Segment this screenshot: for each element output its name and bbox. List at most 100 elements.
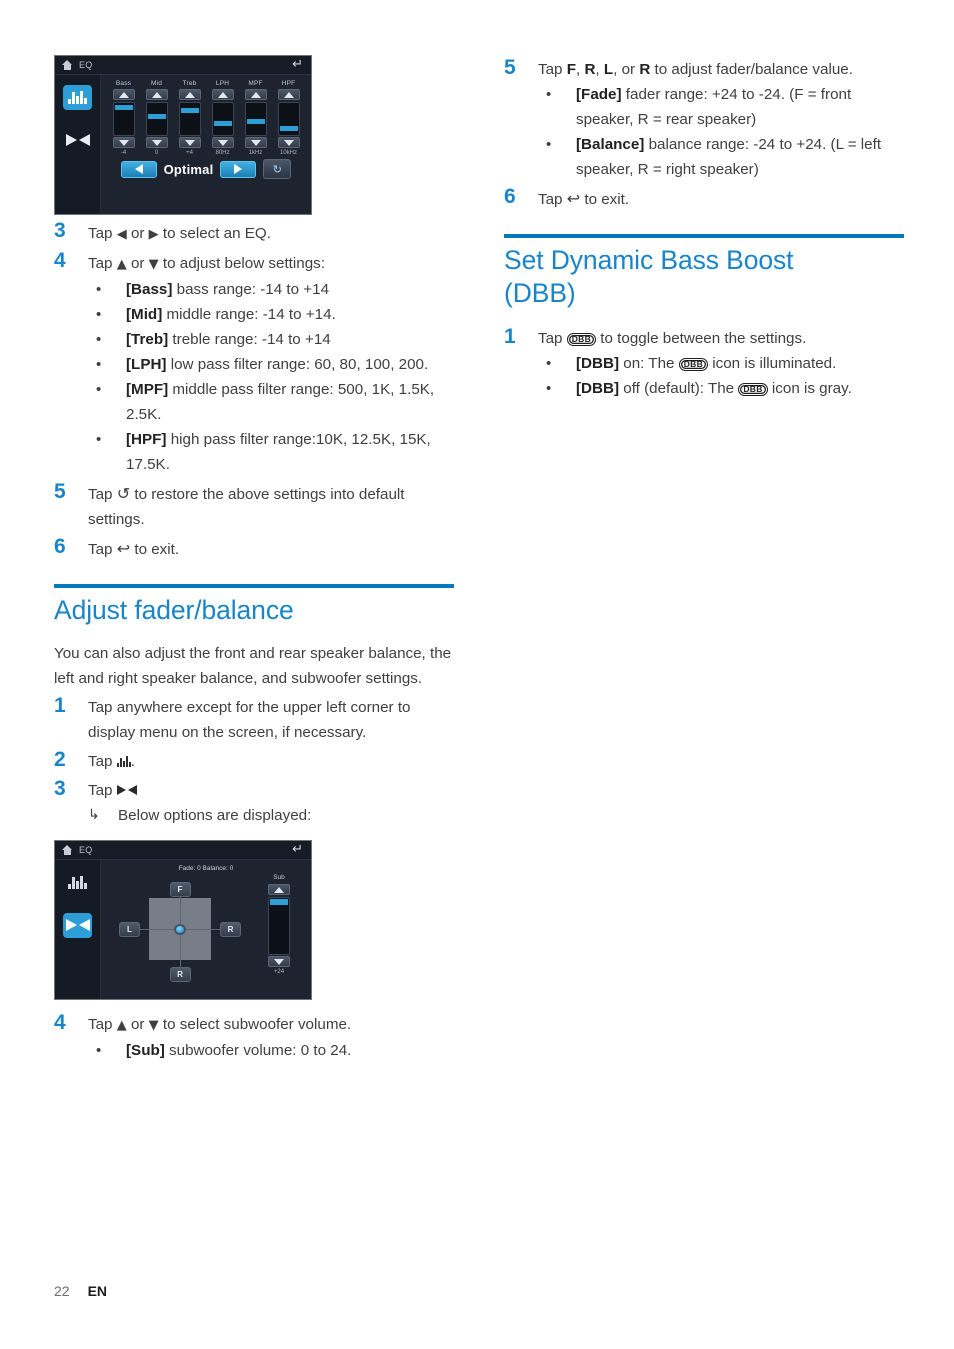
dbb-icon: DBB (738, 383, 768, 396)
eq-channel-lph: LPH 80Hz (208, 80, 238, 156)
back-arrow-icon: ↵ (292, 842, 303, 857)
eq-channel-label: Mid (150, 80, 163, 87)
step-text-before: Tap (88, 541, 117, 558)
home-icon (62, 60, 73, 70)
rail-item-equalizer[interactable] (63, 870, 92, 895)
down-arrow-icon: ▼ (148, 257, 159, 272)
pad-button-front[interactable]: F (169, 882, 191, 897)
step-text: Tap (88, 778, 454, 803)
step-number: 4 (54, 1011, 66, 1034)
section-heading-adjust-fader-balance: Adjust fader/balance (54, 595, 294, 625)
eq-track[interactable] (145, 101, 168, 136)
eq-track-fill (279, 126, 298, 132)
step-6: 6 Tap ↩ to exit. (54, 534, 454, 562)
rail-item-fader[interactable] (63, 128, 92, 153)
fader-balance-pad[interactable]: F R L R (107, 872, 253, 990)
eq-up-button[interactable] (112, 89, 135, 100)
step-content: Tap ↳ Below options are displayed: (88, 776, 454, 828)
bullet-dot: • (96, 331, 102, 348)
subwoofer-track[interactable] (268, 896, 290, 955)
eq-down-button[interactable] (112, 137, 135, 148)
bullet-desc-b: icon is gray. (767, 380, 852, 397)
fader-step-1: 1 Tap anywhere except for the upper left… (54, 693, 454, 745)
list-item: • [HPF] high pass filter range:10K, 12.5K… (88, 427, 454, 477)
step-content: Tap ▲ or ▼ to select subwoofer volume. •… (88, 1010, 454, 1063)
subwoofer-up-button[interactable] (268, 884, 290, 895)
subwoofer-track-fill (270, 898, 288, 905)
eq-up-button[interactable] (178, 89, 201, 100)
rail-item-fader[interactable] (63, 913, 92, 938)
step-text-mid: or (126, 255, 149, 272)
eq-channel-label: LPH (215, 80, 230, 87)
bullet-desc: bass range: -14 to +14 (172, 281, 330, 298)
pad-button-left[interactable]: L (119, 922, 140, 937)
eq-down-button[interactable] (244, 137, 267, 148)
sep: , or (613, 61, 640, 78)
key-f: F (566, 61, 576, 78)
equalizer-bars-icon (68, 876, 87, 889)
step-text: Tap ▲ or ▼ to select subwoofer volume. (88, 1012, 454, 1038)
bullet-dot: • (546, 136, 552, 153)
step-text-after: . (130, 753, 135, 770)
reset-icon[interactable]: ↻ (263, 159, 292, 179)
eq-down-button[interactable] (145, 137, 168, 148)
eq-channel-value: +4 (186, 150, 193, 156)
bullet-dot: • (96, 281, 102, 298)
rail-item-equalizer[interactable] (63, 85, 92, 110)
eq-track[interactable] (112, 101, 135, 136)
step-4: 4 Tap ▲ or ▼ to adjust below settings: •… (54, 249, 454, 477)
step-number: 5 (54, 480, 66, 503)
step-text: Tap ↺ to restore the above settings into… (88, 479, 454, 532)
eq-up-button[interactable] (277, 89, 300, 100)
key-l: L (603, 61, 614, 78)
page-footer: 22 EN (54, 1283, 107, 1299)
step-text-before: Tap (538, 330, 567, 347)
eq-track[interactable] (178, 101, 201, 136)
eq-up-button[interactable] (211, 89, 234, 100)
equalizer-bars-icon (68, 91, 87, 104)
bullet-dot: • (546, 355, 552, 372)
eq-track-fill (147, 113, 166, 119)
list-item: • [MPF] middle pass filter range: 500, 1K… (88, 377, 454, 427)
list-item: • [Sub] subwoofer volume: 0 to 24. (88, 1038, 454, 1063)
pad-button-rear[interactable]: R (169, 967, 191, 982)
bullet-term: [Treb] (126, 331, 169, 348)
eq-track[interactable] (277, 101, 300, 136)
bullet-dot: • (96, 381, 102, 398)
eq-up-button[interactable] (244, 89, 267, 100)
step-text-after: to exit. (130, 541, 180, 558)
bullet-dot: • (96, 1042, 102, 1059)
bullet-text: [HPF] high pass filter range:10K, 12.5K,… (126, 427, 454, 477)
previous-preset-icon[interactable] (120, 160, 157, 178)
eq-up-button[interactable] (145, 89, 168, 100)
page-number: 22 (54, 1283, 70, 1299)
bullet-desc: subwoofer volume: 0 to 24. (164, 1042, 352, 1059)
eq-down-button[interactable] (178, 137, 201, 148)
subwoofer-down-button[interactable] (268, 956, 290, 967)
step-text-after: to exit. (580, 191, 630, 208)
bullet-text: [MPF] middle pass filter range: 500, 1K,… (126, 377, 454, 427)
eq-channel-label: MPF (248, 80, 263, 87)
list-item: • [DBB] off (default): The DBB icon is gr… (538, 376, 904, 401)
right-step-5-bullet-list: • [Fade] fader range: +24 to -24. (F = fr… (538, 82, 904, 182)
pad-button-right[interactable]: R (220, 922, 241, 937)
step-content: Tap ▲ or ▼ to adjust below settings: • [B… (88, 249, 454, 477)
step-number: 6 (54, 535, 66, 558)
eq-down-button[interactable] (211, 137, 234, 148)
next-preset-icon[interactable] (220, 160, 257, 178)
step-text-after: to restore the above settings into defau… (88, 486, 405, 528)
step-text-mid: or (126, 225, 149, 242)
pad-position-dot[interactable] (174, 924, 186, 935)
fader-screen-body: Fade: 0 Balance: 0 F R L R Sub +24 (55, 860, 311, 999)
sep: , (595, 61, 604, 78)
eq-track[interactable] (211, 101, 234, 136)
key-r: R (584, 61, 596, 78)
eq-track[interactable] (244, 101, 267, 136)
subwoofer-value: +24 (273, 969, 285, 975)
bullet-text: [DBB] on: The DBB icon is illuminated. (576, 351, 904, 376)
eq-down-button[interactable] (277, 137, 300, 148)
manual-page: EQ ↵ Bass -4 Mid 0 Treb +4 LPH 80Hz MPF … (0, 0, 954, 1349)
eq-channel-label: HPF (281, 80, 296, 87)
step-text-after: to select an EQ. (158, 225, 271, 242)
list-item: • [Fade] fader range: +24 to -24. (F = fr… (538, 82, 904, 132)
